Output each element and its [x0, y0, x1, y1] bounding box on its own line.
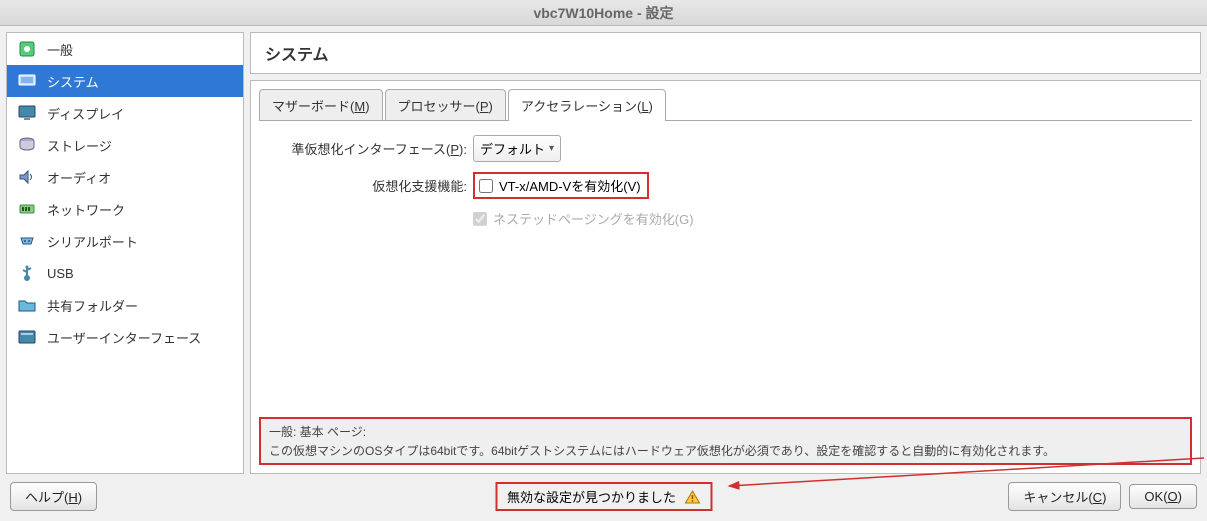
validation-status: 無効な設定が見つかりました: [495, 482, 712, 511]
sidebar-item-label: シリアルポート: [47, 232, 138, 251]
general-icon: [17, 39, 37, 59]
section-title: システム: [250, 32, 1201, 74]
sidebar-item-label: ネットワーク: [47, 200, 125, 219]
sidebar-item-general[interactable]: 一般: [7, 33, 243, 65]
sidebar-item-storage[interactable]: ストレージ: [7, 129, 243, 161]
warning-icon: [684, 490, 700, 504]
info-body: この仮想マシンのOSタイプは64bitです。64bitゲストシステムにはハードウ…: [269, 442, 1182, 459]
window-title: vbc7W10Home - 設定: [533, 3, 673, 23]
paravirt-select[interactable]: デフォルト ▾: [473, 135, 561, 162]
sidebar-item-label: ユーザーインターフェース: [47, 328, 201, 347]
paravirt-value: デフォルト: [480, 139, 545, 158]
window-titlebar: vbc7W10Home - 設定: [0, 0, 1207, 26]
network-icon: [17, 199, 37, 219]
audio-icon: [17, 167, 37, 187]
hwvirt-label: 仮想化支援機能:: [263, 176, 473, 195]
cancel-button[interactable]: キャンセル(C): [1008, 482, 1121, 511]
tab-motherboard[interactable]: マザーボード(M): [259, 89, 383, 121]
sidebar-item-label: オーディオ: [47, 168, 111, 187]
sidebar-item-display[interactable]: ディスプレイ: [7, 97, 243, 129]
ui-icon: [17, 327, 37, 347]
sidebar-item-label: 一般: [47, 40, 73, 59]
vt-label: VT-x/AMD-Vを有効化(V): [499, 176, 641, 195]
nested-label: ネステッドページングを有効化(G): [493, 209, 694, 228]
folder-icon: [17, 295, 37, 315]
sidebar-item-label: ディスプレイ: [47, 104, 124, 123]
serial-icon: [17, 231, 37, 251]
vt-checkbox[interactable]: [479, 179, 493, 193]
sidebar-item-network[interactable]: ネットワーク: [7, 193, 243, 225]
vt-checkbox-row[interactable]: VT-x/AMD-Vを有効化(V): [473, 172, 649, 199]
sidebar-item-label: USB: [47, 266, 74, 281]
display-icon: [17, 103, 37, 123]
tab-processor[interactable]: プロセッサー(P): [385, 89, 506, 121]
help-button[interactable]: ヘルプ(H): [10, 482, 97, 511]
settings-panel: マザーボード(M) プロセッサー(P) アクセラレーション(L) 準仮想化インタ…: [250, 80, 1201, 474]
sidebar-item-label: システム: [47, 72, 99, 91]
sidebar-item-serial[interactable]: シリアルポート: [7, 225, 243, 257]
ok-button[interactable]: OK(O): [1129, 484, 1197, 509]
sidebar-item-ui[interactable]: ユーザーインターフェース: [7, 321, 243, 353]
system-icon: [17, 71, 37, 91]
paravirt-label: 準仮想化インターフェース(P):: [263, 139, 473, 158]
validation-info-box: 一般: 基本 ページ: この仮想マシンのOSタイプは64bitです。64bitゲ…: [259, 417, 1192, 465]
sidebar-item-system[interactable]: システム: [7, 65, 243, 97]
tab-acceleration[interactable]: アクセラレーション(L): [508, 89, 666, 121]
nested-checkbox-row: ネステッドページングを有効化(G): [473, 209, 694, 228]
storage-icon: [17, 135, 37, 155]
sidebar-item-shared[interactable]: 共有フォルダー: [7, 289, 243, 321]
nested-checkbox: [473, 212, 487, 226]
sidebar-item-usb[interactable]: USB: [7, 257, 243, 289]
chevron-down-icon: ▾: [549, 143, 554, 154]
settings-sidebar: 一般 システム ディスプレイ ストレージ オーディオ: [6, 32, 244, 474]
sidebar-item-label: 共有フォルダー: [47, 296, 138, 315]
sidebar-item-audio[interactable]: オーディオ: [7, 161, 243, 193]
info-header: 一般: 基本 ページ:: [269, 423, 1182, 440]
usb-icon: [17, 263, 37, 283]
status-text: 無効な設定が見つかりました: [507, 487, 676, 506]
sidebar-item-label: ストレージ: [47, 136, 112, 155]
